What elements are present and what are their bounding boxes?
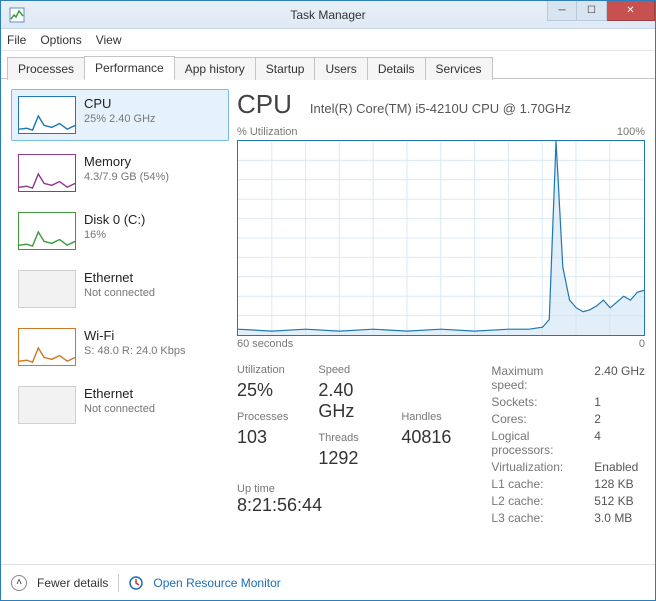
l1-label: L1 cache:: [491, 477, 578, 491]
tab-details[interactable]: Details: [367, 57, 426, 80]
sidebar-item-disk-0-c-[interactable]: Disk 0 (C:) 16%: [11, 205, 229, 257]
sidebar-item-sublabel: 4.3/7.9 GB (54%): [84, 171, 169, 183]
titlebar[interactable]: Task Manager ─ ☐ ✕: [1, 1, 655, 29]
menu-file[interactable]: File: [7, 33, 26, 47]
menubar: File Options View: [1, 29, 655, 51]
logical-value: 4: [594, 429, 645, 457]
handles-value: 40816: [401, 427, 451, 448]
tab-users[interactable]: Users: [314, 57, 367, 80]
sidebar-item-wi-fi[interactable]: Wi-Fi S: 48.0 R: 24.0 Kbps: [11, 321, 229, 373]
sockets-label: Sockets:: [491, 395, 578, 409]
sidebar-item-label: Wi-Fi: [84, 328, 186, 343]
max-speed-label: Maximum speed:: [491, 364, 578, 392]
tab-processes[interactable]: Processes: [7, 57, 85, 80]
chart-label-top-right: 100%: [617, 126, 645, 138]
virt-label: Virtualization:: [491, 460, 578, 474]
sidebar-item-label: CPU: [84, 96, 156, 111]
main-panel: CPU Intel(R) Core(TM) i5-4210U CPU @ 1.7…: [237, 89, 645, 560]
task-manager-window: Task Manager ─ ☐ ✕ File Options View Pro…: [0, 0, 656, 601]
sidebar-item-label: Ethernet: [84, 270, 155, 285]
sidebar-item-cpu[interactable]: CPU 25% 2.40 GHz: [11, 89, 229, 141]
l3-value: 3.0 MB: [594, 511, 645, 525]
l3-label: L3 cache:: [491, 511, 578, 525]
chart-label-bottom-left: 60 seconds: [237, 338, 293, 350]
thumb-icon: [18, 270, 76, 308]
utilization-chart: [237, 140, 645, 336]
sidebar-item-label: Ethernet: [84, 386, 155, 401]
thumb-icon: [18, 154, 76, 192]
utilization-label: Utilization: [237, 364, 288, 376]
chart-label-bottom-right: 0: [639, 338, 645, 350]
menu-view[interactable]: View: [96, 33, 122, 47]
cpu-info-grid: Maximum speed: 2.40 GHz Sockets: 1 Cores: 2…: [491, 364, 645, 525]
virt-value: Enabled: [594, 460, 645, 474]
content: CPU 25% 2.40 GHz Memory 4.3/7.9 GB (54%) Dis…: [1, 79, 655, 564]
minimize-button[interactable]: ─: [547, 1, 577, 21]
l2-label: L2 cache:: [491, 494, 578, 508]
processes-value: 103: [237, 427, 288, 448]
cpu-description: Intel(R) Core(TM) i5-4210U CPU @ 1.70GHz: [310, 101, 571, 116]
resource-monitor-icon: [129, 576, 143, 590]
l1-value: 128 KB: [594, 477, 645, 491]
open-resource-monitor-link[interactable]: Open Resource Monitor: [153, 576, 280, 590]
sidebar-item-ethernet[interactable]: Ethernet Not connected: [11, 263, 229, 315]
sidebar-item-ethernet[interactable]: Ethernet Not connected: [11, 379, 229, 431]
window-controls: ─ ☐ ✕: [547, 1, 655, 21]
utilization-value: 25%: [237, 380, 288, 401]
divider: [118, 574, 119, 592]
sidebar-item-sublabel: Not connected: [84, 287, 155, 299]
sidebar-item-memory[interactable]: Memory 4.3/7.9 GB (54%): [11, 147, 229, 199]
speed-label: Speed: [318, 364, 371, 376]
menu-options[interactable]: Options: [40, 33, 81, 47]
logical-label: Logical processors:: [491, 429, 578, 457]
l2-value: 512 KB: [594, 494, 645, 508]
sidebar-item-sublabel: 16%: [84, 229, 145, 241]
tab-services[interactable]: Services: [425, 57, 493, 80]
cpu-heading: CPU: [237, 89, 292, 120]
chevron-up-icon[interactable]: ˄: [11, 575, 27, 591]
sidebar-item-sublabel: Not connected: [84, 403, 155, 415]
thumb-icon: [18, 96, 76, 134]
sidebar: CPU 25% 2.40 GHz Memory 4.3/7.9 GB (54%) Dis…: [11, 89, 229, 560]
sidebar-item-label: Disk 0 (C:): [84, 212, 145, 227]
sockets-value: 1: [594, 395, 645, 409]
speed-value: 2.40 GHz: [318, 380, 371, 422]
max-speed-value: 2.40 GHz: [594, 364, 645, 392]
tab-startup[interactable]: Startup: [255, 57, 316, 80]
tabs: Processes Performance App history Startu…: [1, 51, 655, 79]
threads-value: 1292: [318, 448, 371, 469]
sidebar-item-label: Memory: [84, 154, 169, 169]
cores-label: Cores:: [491, 412, 578, 426]
processes-label: Processes: [237, 411, 288, 423]
close-button[interactable]: ✕: [607, 1, 655, 21]
threads-label: Threads: [318, 432, 371, 444]
tab-app-history[interactable]: App history: [174, 57, 256, 80]
footer: ˄ Fewer details Open Resource Monitor: [1, 564, 655, 600]
maximize-button[interactable]: ☐: [577, 1, 607, 21]
uptime-value: 8:21:56:44: [237, 495, 451, 516]
fewer-details-link[interactable]: Fewer details: [37, 576, 108, 590]
handles-label: Handles: [401, 411, 451, 423]
thumb-icon: [18, 328, 76, 366]
cores-value: 2: [594, 412, 645, 426]
sidebar-item-sublabel: S: 48.0 R: 24.0 Kbps: [84, 345, 186, 357]
thumb-icon: [18, 386, 76, 424]
tab-performance[interactable]: Performance: [84, 56, 175, 80]
sidebar-item-sublabel: 25% 2.40 GHz: [84, 113, 156, 125]
app-icon: [9, 7, 25, 23]
chart-label-top-left: % Utilization: [237, 126, 298, 138]
uptime-label: Up time: [237, 483, 451, 495]
thumb-icon: [18, 212, 76, 250]
